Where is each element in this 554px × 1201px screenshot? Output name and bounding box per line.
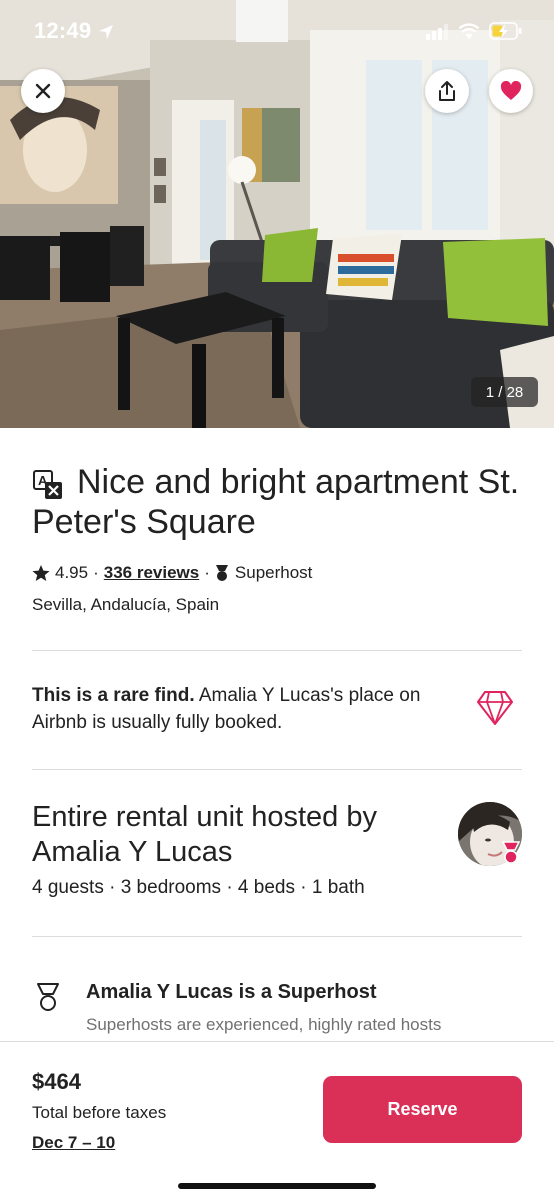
status-time: 12:49 xyxy=(34,18,92,43)
superhost-description: Superhosts are experienced, highly rated… xyxy=(86,1015,442,1034)
diamond-icon xyxy=(477,691,513,725)
superhost-icon xyxy=(215,565,228,581)
wifi-icon xyxy=(458,23,480,39)
share-icon xyxy=(439,81,455,101)
signal-icon xyxy=(426,24,448,40)
superhost-icon xyxy=(37,983,59,1011)
price-note: Total before taxes xyxy=(32,1103,167,1122)
divider xyxy=(32,936,522,937)
close-button[interactable] xyxy=(21,69,65,113)
booking-footer: $464 Total before taxes Dec 7 – 10 Reser… xyxy=(0,1041,554,1201)
reviews-link[interactable]: 336 reviews xyxy=(104,563,199,583)
navigation-arrow-icon xyxy=(99,25,113,39)
divider xyxy=(32,650,522,651)
share-button[interactable] xyxy=(425,69,469,113)
photo-counter: 1 / 28 xyxy=(471,377,538,407)
listing-photo[interactable]: 12:49 1 / 28 xyxy=(0,0,554,428)
meta-separator: · xyxy=(204,563,210,582)
listing-capacity: 4 guests · 3 bedrooms · 4 beds · 1 bath xyxy=(32,877,365,898)
home-indicator xyxy=(178,1183,376,1189)
price: $464 xyxy=(32,1069,81,1094)
superhost-title: Amalia Y Lucas is a Superhost xyxy=(86,981,377,1003)
star-icon xyxy=(32,565,50,581)
listing-location[interactable]: Sevilla, Andalucía, Spain xyxy=(32,595,219,615)
translate-icon[interactable]: A xyxy=(32,469,64,501)
rating-value: 4.95 xyxy=(55,563,89,582)
status-bar: 12:49 xyxy=(0,0,554,62)
battery-charging-icon xyxy=(489,22,522,40)
superhost-badge-icon xyxy=(501,841,521,864)
meta-separator: · xyxy=(93,563,99,582)
superhost-badge: Superhost xyxy=(234,563,313,582)
reserve-button[interactable]: Reserve xyxy=(323,1076,522,1143)
listing-title: Nice and bright apartment St. Peter's Sq… xyxy=(32,463,520,541)
dates-link[interactable]: Dec 7 – 10 xyxy=(32,1133,115,1153)
host-title: Entire rental unit hosted by Amalia Y Lu… xyxy=(32,801,377,868)
rare-find-text: This is a rare find. Amalia Y Lucas's pl… xyxy=(32,682,432,736)
heart-icon xyxy=(500,81,522,100)
listing-title-block: A Nice and bright apartment St. Peter's … xyxy=(32,462,522,542)
divider xyxy=(32,769,522,770)
close-icon xyxy=(35,83,51,99)
listing-meta: 4.95 · 336 reviews · Superhost xyxy=(32,563,312,583)
room-photo xyxy=(0,0,554,428)
rare-find-bold: This is a rare find. xyxy=(32,685,195,706)
save-button[interactable] xyxy=(489,69,533,113)
